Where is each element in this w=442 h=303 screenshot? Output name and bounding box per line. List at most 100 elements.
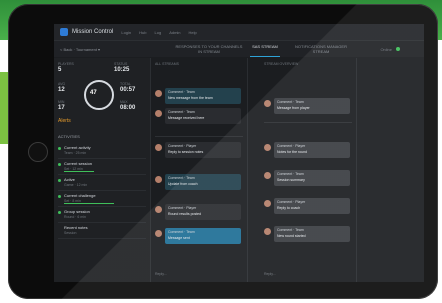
reply-input[interactable]: Reply... (155, 272, 167, 276)
message-bubble: Comment · Player Round results posted (165, 204, 241, 220)
activity-title: Current activity (64, 145, 91, 150)
activity-sub: Session (64, 231, 77, 235)
activity-row[interactable]: Active Game · 12 min (58, 176, 146, 191)
tab-responses[interactable]: RESPONSES TO YOUR CHANNELS IN STREAM (174, 41, 244, 57)
message-body: Round results posted (168, 212, 202, 216)
nav-link[interactable]: Hub (139, 30, 146, 35)
message[interactable]: Comment · Player Round results posted (155, 204, 241, 220)
message-body: Reply to coach (277, 206, 301, 210)
status-dot-icon (58, 163, 61, 166)
sub-bar: < Back · Tournament ▾ RESPONSES TO YOUR … (54, 41, 424, 57)
activity-title: Recent notes (64, 225, 88, 230)
ring-value: 47 (90, 90, 97, 96)
message-body: Message sent (168, 236, 190, 240)
activity-row[interactable]: Current session Set · 12 min (58, 160, 146, 175)
status-dot-icon (396, 47, 400, 51)
activity-row[interactable]: Group session Round · 6 min (58, 208, 146, 223)
message-bubble: Comment · Team Message sent (165, 228, 241, 244)
stat-label: STATUS (114, 62, 128, 66)
status-dot-icon (58, 179, 61, 182)
message[interactable]: Comment · Player Notes for the round (264, 142, 350, 158)
message[interactable]: Comment · Player Reply to session notes (155, 142, 241, 158)
divider (264, 122, 352, 123)
message-author: Comment · Team (277, 228, 304, 232)
nav-link[interactable]: Admin (169, 30, 180, 35)
message-author: Comment · Team (277, 100, 304, 104)
message[interactable]: Comment · Team Message received here (155, 108, 241, 124)
message[interactable]: Comment · Team New message from the team (155, 88, 241, 104)
message-author: Comment · Team (168, 230, 195, 234)
avatar (264, 100, 271, 107)
activity-progress (64, 203, 114, 204)
message-bubble: Comment · Team New message from the team (165, 88, 241, 104)
avatar (155, 144, 162, 151)
message-body: Update from coach (168, 182, 198, 186)
message[interactable]: Comment · Team Message sent (155, 228, 241, 244)
status-dot-icon (58, 195, 61, 198)
avatar (264, 144, 271, 151)
message-body: Session summary (277, 178, 305, 182)
stat-label: MIN (58, 100, 65, 104)
stream-column: ALL STREAMS Comment · Team New message f… (151, 58, 248, 282)
avatar (155, 110, 162, 117)
avatar (264, 172, 271, 179)
stat-value: 12 (58, 87, 65, 93)
message-bubble: Comment · Team Message received here (165, 108, 241, 124)
stat-value: 00:57 (120, 87, 136, 93)
message-bubble: Comment · Team Update from coach (165, 174, 241, 190)
reply-input[interactable]: Reply... (264, 272, 276, 276)
message-body: New message from the team (168, 96, 213, 100)
activity-row[interactable]: Recent notes Session (58, 224, 146, 239)
status-text: Online (380, 47, 392, 52)
message-author: Comment · Player (277, 200, 306, 204)
avatar (155, 90, 162, 97)
message-bubble: Comment · Player Notes for the round (274, 142, 350, 158)
activity-sub: Team · 25 min (64, 151, 87, 155)
stat-value: 08:00 (120, 105, 136, 111)
message[interactable]: Comment · Team Message from player (264, 98, 350, 114)
message-author: Comment · Player (168, 144, 197, 148)
app-title: Mission Control (72, 29, 114, 35)
message[interactable]: Comment · Team Session summary (264, 170, 350, 186)
activity-title: Active (64, 177, 75, 182)
activity-title: Group session (64, 209, 90, 214)
message-author: Comment · Player (277, 144, 306, 148)
tablet-frame: Mission Control Login Hub Log Admin Help… (8, 4, 438, 299)
stream-column: STREAM OVERVIEW Comment · Team Message f… (260, 58, 357, 282)
alert-label[interactable]: Alerts (58, 118, 71, 124)
activity-row[interactable]: Current activity Team · 25 min (58, 144, 146, 159)
tab-sas-stream[interactable]: SAS STREAM (250, 41, 280, 57)
left-panel: PLAYERS 5 STATUS 10:25 AVG 12 TOTAL 00:5… (54, 58, 151, 282)
nav-link[interactable]: Login (121, 30, 131, 35)
home-button[interactable] (28, 142, 48, 162)
nav-link[interactable]: Log (155, 30, 162, 35)
activity-title: Current session (64, 161, 93, 166)
message-author: Comment · Team (168, 176, 195, 180)
message-author: Comment · Team (168, 90, 195, 94)
message[interactable]: Comment · Player Reply to coach (264, 198, 350, 214)
message-bubble: Comment · Team Message from player (274, 98, 350, 114)
avatar (264, 200, 271, 207)
avatar (155, 230, 162, 237)
activity-row[interactable]: Current challenge Set · 8 min (58, 192, 146, 207)
activity-progress (64, 171, 94, 172)
stat-value: 10:25 (114, 67, 130, 73)
message[interactable]: Comment · Team New round started (264, 226, 350, 242)
divider (155, 136, 243, 137)
stat-label: PLAYERS (58, 62, 74, 66)
message-bubble: Comment · Player Reply to coach (274, 198, 350, 214)
nav-link[interactable]: Help (189, 30, 197, 35)
avatar (155, 176, 162, 183)
message-author: Comment · Team (168, 110, 195, 114)
activity-sub: Round · 6 min (64, 215, 86, 219)
message[interactable]: Comment · Team Update from coach (155, 174, 241, 190)
column-title: STREAM OVERVIEW (264, 62, 299, 66)
back-dropdown[interactable]: < Back · Tournament ▾ (60, 47, 100, 52)
message-body: New round started (277, 234, 306, 238)
status-dot-icon (58, 211, 61, 214)
avatar (155, 206, 162, 213)
tab-notifications[interactable]: NOTIFICATIONS MANAGER STREAM (288, 41, 354, 57)
message-body: Message received here (168, 116, 205, 120)
message-author: Comment · Team (277, 172, 304, 176)
message-body: Reply to session notes (168, 150, 204, 154)
